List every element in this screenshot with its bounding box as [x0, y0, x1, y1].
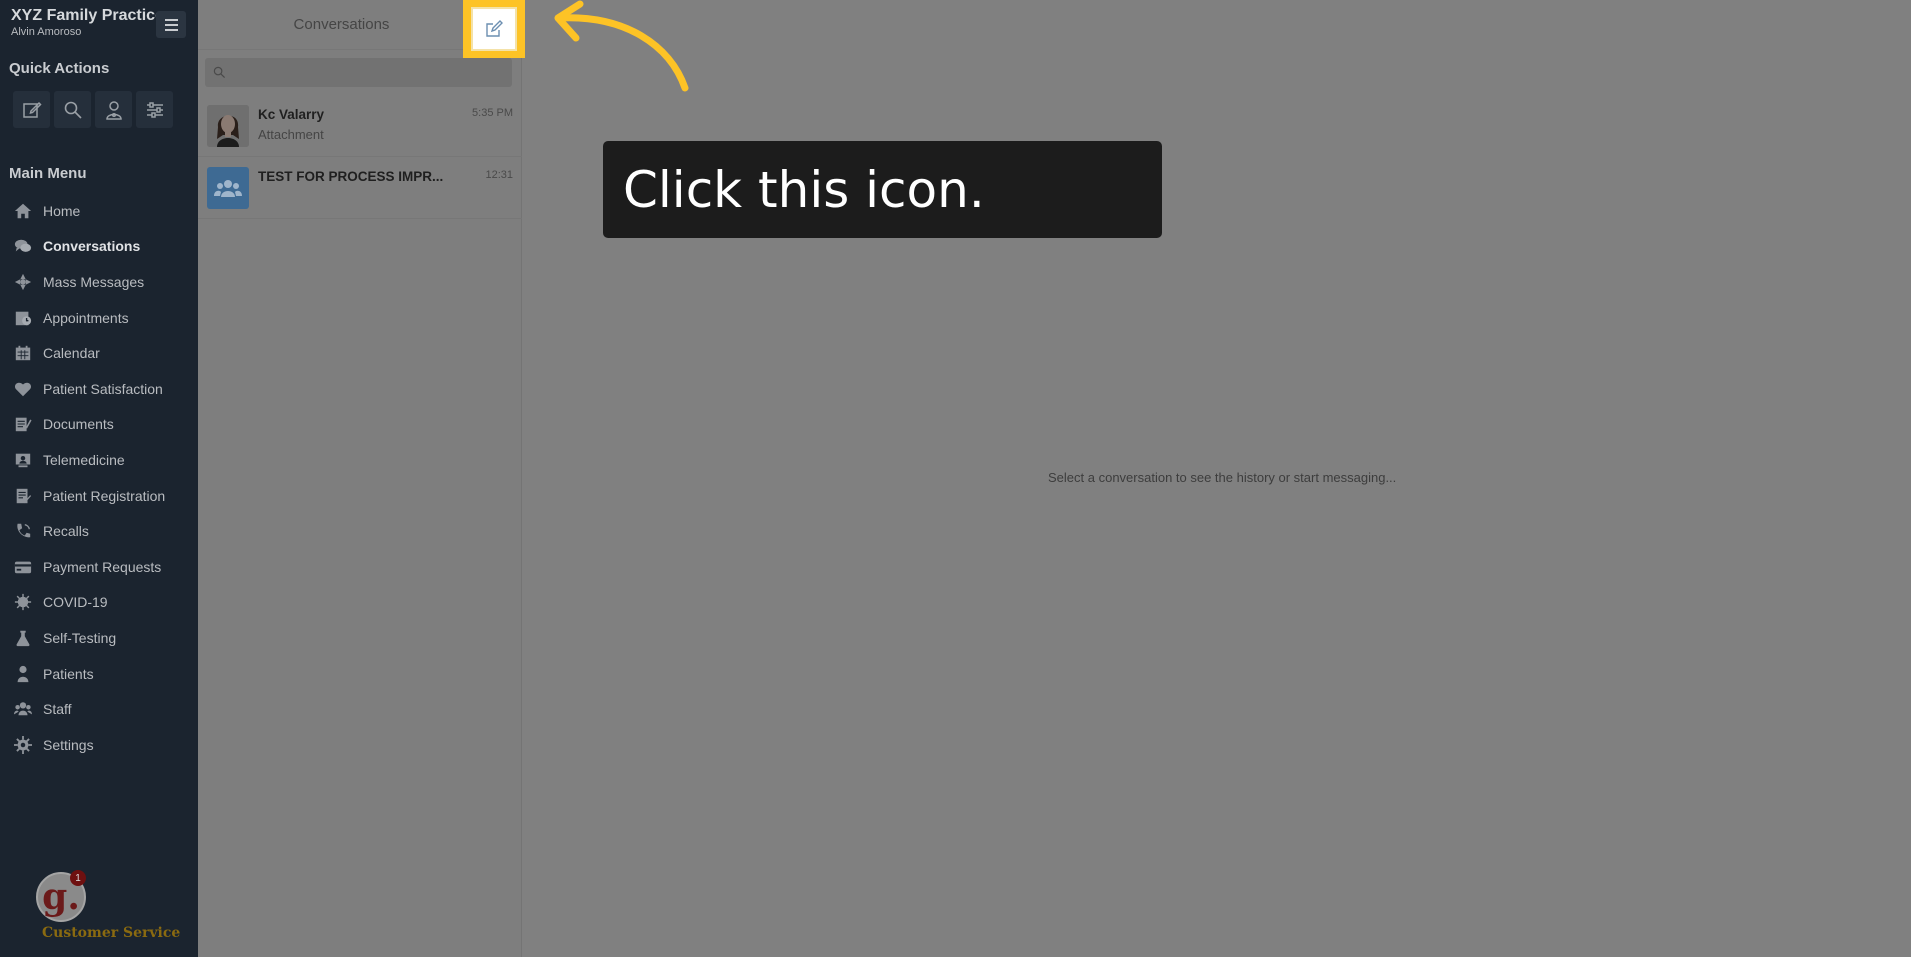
quick-patient-button[interactable] — [95, 91, 132, 128]
sidebar-item-label: Appointments — [43, 309, 129, 326]
search-icon — [64, 101, 82, 119]
new-conversation-button[interactable] — [471, 7, 517, 51]
sidebar-item-documents[interactable]: Documents — [0, 407, 198, 443]
sidebar-item-label: Recalls — [43, 523, 89, 540]
registration-icon — [13, 487, 33, 505]
gear-icon — [13, 735, 33, 754]
customer-service-label[interactable]: Customer Service — [42, 925, 180, 941]
conversation-search[interactable] — [205, 58, 512, 87]
hamburger-menu-button[interactable] — [156, 11, 186, 38]
main-menu: Home Conversations Mass Messages Appoint… — [0, 193, 198, 763]
sidebar-item-recalls[interactable]: Recalls — [0, 513, 198, 549]
sidebar-item-label: Settings — [43, 736, 94, 753]
documents-icon — [13, 415, 33, 433]
list-item[interactable]: TEST FOR PROCESS IMPR... 12:31 — [198, 157, 522, 219]
sidebar: XYZ Family Practice Alvin Amoroso Quick … — [0, 0, 198, 957]
sidebar-item-patients[interactable]: Patients — [0, 656, 198, 692]
sidebar-item-payment-requests[interactable]: Payment Requests — [0, 549, 198, 585]
conversations-panel: Conversations Kc Valarry Attachment 5:35… — [198, 0, 522, 957]
search-icon — [213, 66, 226, 79]
sidebar-item-label: Patient Satisfaction — [43, 380, 163, 397]
avatar — [207, 105, 249, 147]
sidebar-item-label: Staff — [43, 701, 72, 718]
conversation-name: TEST FOR PROCESS IMPR... — [258, 169, 444, 184]
sidebar-item-label: Documents — [43, 416, 114, 433]
flask-icon — [13, 629, 33, 647]
calendar-icon — [13, 344, 33, 362]
conversation-preview: Attachment — [258, 127, 324, 142]
sidebar-item-label: Home — [43, 202, 81, 219]
sidebar-item-self-testing[interactable]: Self-Testing — [0, 620, 198, 656]
user-name: Alvin Amoroso — [11, 26, 82, 38]
home-icon — [13, 202, 33, 220]
phone-icon — [13, 522, 33, 540]
notification-badge: 1 — [70, 870, 86, 886]
sidebar-item-label: Patient Registration — [43, 487, 166, 504]
chat-icon — [13, 237, 33, 255]
quick-actions — [13, 91, 173, 128]
search-input[interactable] — [231, 62, 506, 83]
heart-icon — [13, 380, 33, 398]
sidebar-item-label: Mass Messages — [43, 273, 145, 290]
sidebar-item-mass-messages[interactable]: Mass Messages — [0, 264, 198, 300]
sidebar-item-label: Patients — [43, 665, 94, 682]
tooltip-text: Click this icon. — [623, 160, 985, 219]
broadcast-icon — [13, 273, 33, 291]
quick-settings-button[interactable] — [136, 91, 173, 128]
sidebar-item-conversations[interactable]: Conversations — [0, 229, 198, 265]
sidebar-item-label: Self-Testing — [43, 629, 117, 646]
quick-actions-title: Quick Actions — [9, 60, 110, 77]
sidebar-item-patient-registration[interactable]: Patient Registration — [0, 478, 198, 514]
group-avatar-icon — [207, 167, 249, 209]
empty-state-message: Select a conversation to see the history… — [1048, 470, 1397, 485]
credit-card-icon — [13, 558, 33, 576]
quick-search-button[interactable] — [54, 91, 91, 128]
sidebar-item-label: Payment Requests — [43, 558, 162, 575]
compose-icon — [486, 20, 503, 37]
sidebar-item-patient-satisfaction[interactable]: Patient Satisfaction — [0, 371, 198, 407]
sidebar-item-label: Conversations — [43, 238, 141, 255]
sidebar-item-covid-19[interactable]: COVID-19 — [0, 585, 198, 621]
quick-compose-button[interactable] — [13, 91, 50, 128]
virus-icon — [13, 593, 33, 611]
list-item[interactable]: Kc Valarry Attachment 5:35 PM — [198, 95, 522, 157]
practice-name: XYZ Family Practice — [11, 7, 164, 24]
brand: XYZ Family Practice Alvin Amoroso — [11, 7, 164, 38]
conversation-time: 12:31 — [485, 169, 513, 181]
main-menu-title: Main Menu — [9, 165, 87, 182]
user-icon — [13, 665, 33, 683]
sidebar-item-appointments[interactable]: Appointments — [0, 300, 198, 336]
conversations-title: Conversations — [293, 16, 390, 33]
users-icon — [13, 700, 33, 718]
appointments-icon — [13, 309, 33, 327]
sidebar-item-settings[interactable]: Settings — [0, 727, 198, 763]
sidebar-item-label: Telemedicine — [43, 451, 125, 468]
sidebar-item-label: Calendar — [43, 345, 100, 362]
sidebar-item-label: COVID-19 — [43, 594, 108, 611]
pointer-arrow-icon — [554, 0, 689, 92]
compose-icon — [22, 101, 42, 118]
sidebar-item-calendar[interactable]: Calendar — [0, 335, 198, 371]
compose-highlight — [463, 0, 525, 58]
sidebar-item-staff[interactable]: Staff — [0, 691, 198, 727]
conversation-time: 5:35 PM — [472, 107, 513, 119]
sliders-icon — [146, 101, 163, 118]
sidebar-item-telemedicine[interactable]: Telemedicine — [0, 442, 198, 478]
conversation-name: Kc Valarry — [258, 107, 325, 122]
tutorial-tooltip: Click this icon. — [603, 141, 1162, 238]
telemedicine-icon — [13, 451, 33, 469]
patient-icon — [105, 100, 122, 120]
sidebar-item-home[interactable]: Home — [0, 193, 198, 229]
